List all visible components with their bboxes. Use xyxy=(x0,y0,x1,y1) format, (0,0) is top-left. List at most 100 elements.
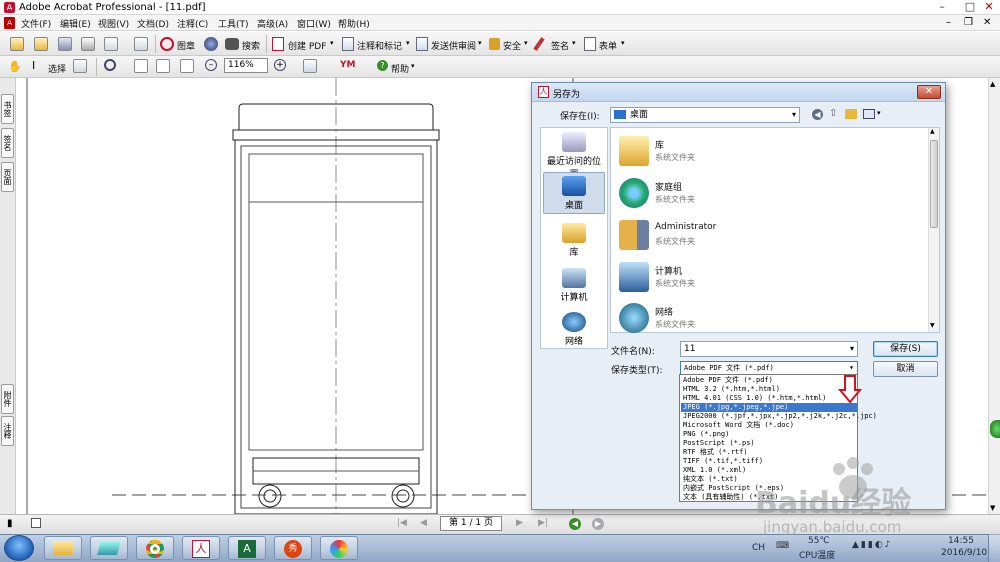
page-layout-icon[interactable] xyxy=(31,518,41,528)
menu-advanced[interactable]: 高级(A) xyxy=(257,17,288,30)
scroll-up-icon[interactable]: ▲ xyxy=(930,128,935,135)
dialog-close-button[interactable]: ✕ xyxy=(917,85,941,99)
save-icon[interactable] xyxy=(58,37,72,51)
chevron-down-icon[interactable]: ▾ xyxy=(330,39,334,47)
previous-page-button[interactable]: ◀ xyxy=(420,518,427,528)
chevron-down-icon[interactable]: ▾ xyxy=(411,62,415,70)
place-libraries[interactable]: 库 xyxy=(543,223,605,258)
open-folder-icon[interactable] xyxy=(10,37,24,51)
menu-window[interactable]: 窗口(W) xyxy=(297,17,331,30)
zoom-out-icon[interactable]: – xyxy=(205,59,217,71)
filetype-option[interactable]: JPEG2000 (*.jpf,*.jpx,*.jp2,*.j2k,*.j2c,… xyxy=(681,412,877,421)
menu-tools[interactable]: 工具(T) xyxy=(218,17,249,30)
explorer-taskbar-icon[interactable] xyxy=(44,536,82,560)
chevron-down-icon[interactable]: ▾ xyxy=(877,109,881,117)
chevron-down-icon[interactable]: ▾ xyxy=(572,39,576,47)
chevron-down-icon[interactable]: ▾ xyxy=(406,39,410,47)
first-page-button[interactable]: |◀ xyxy=(397,518,407,528)
menu-edit[interactable]: 编辑(E) xyxy=(60,17,91,30)
tab-attachments[interactable]: 附件 xyxy=(1,384,14,414)
menu-file[interactable]: 文件(F) xyxy=(21,17,51,30)
list-item[interactable]: 家庭组 系统文件夹 xyxy=(615,174,915,214)
zoom-tool-icon[interactable] xyxy=(104,59,116,71)
close-button[interactable]: ✕ xyxy=(975,0,1000,14)
hand-tool-icon[interactable]: ✋ xyxy=(8,60,22,73)
list-item[interactable]: 计算机 系统文件夹 xyxy=(615,258,915,298)
new-folder-icon[interactable] xyxy=(845,109,857,119)
snapshot-icon[interactable] xyxy=(73,59,87,73)
last-page-button[interactable]: ▶| xyxy=(538,518,548,528)
acrobat-logo-icon[interactable]: YM xyxy=(340,60,355,70)
start-button[interactable] xyxy=(4,535,34,561)
place-computer[interactable]: 计算机 xyxy=(543,268,605,303)
show-desktop-button[interactable] xyxy=(988,534,1000,562)
actual-size-icon[interactable] xyxy=(134,59,148,73)
help-button[interactable]: 帮助 xyxy=(391,62,409,75)
create-pdf-button[interactable]: 创建 PDF xyxy=(288,39,326,52)
chevron-down-icon[interactable]: ▾ xyxy=(621,39,625,47)
save-in-select[interactable]: 桌面 ▾ xyxy=(610,107,800,123)
filetype-option[interactable]: Microsoft Word 文档 (*.doc) xyxy=(681,421,857,430)
tool-handle-icon[interactable] xyxy=(990,420,1000,438)
tab-pages[interactable]: 页面 xyxy=(1,162,14,192)
globe-icon[interactable] xyxy=(204,37,218,51)
chevron-down-icon[interactable]: ▾ xyxy=(524,39,528,47)
filetype-option[interactable]: HTML 3.2 (*.htm,*.html) xyxy=(681,385,857,394)
chevron-down-icon[interactable]: ▾ xyxy=(478,39,482,47)
doc-minimize-button[interactable]: – xyxy=(946,17,951,28)
app-taskbar-icon[interactable] xyxy=(90,536,128,560)
clock-time[interactable]: 14:55 xyxy=(948,536,974,546)
menu-comments[interactable]: 注释(C) xyxy=(177,17,208,30)
attach-icon[interactable] xyxy=(134,37,148,51)
comment-markup-button[interactable]: 注释和标记 xyxy=(357,39,402,52)
tab-signatures[interactable]: 签名 xyxy=(1,128,14,158)
next-page-button[interactable]: ▶ xyxy=(516,518,523,528)
paint-taskbar-icon[interactable] xyxy=(320,536,358,560)
place-desktop[interactable]: 桌面 xyxy=(543,172,605,214)
organizer-icon[interactable] xyxy=(34,37,48,51)
forms-button[interactable]: 表单 xyxy=(599,39,617,52)
zoom-in-icon[interactable]: + xyxy=(274,59,286,71)
scroll-down-icon[interactable]: ▼ xyxy=(990,504,995,512)
doc-restore-button[interactable]: ❐ xyxy=(964,17,973,28)
stamp-button[interactable]: 图章 xyxy=(177,39,195,52)
back-icon[interactable]: ◀ xyxy=(569,518,581,530)
acrobat-pro-taskbar-icon[interactable]: A xyxy=(228,536,266,560)
minimize-button[interactable]: – xyxy=(928,0,956,14)
filetype-option[interactable]: Adobe PDF 文件 (*.pdf) xyxy=(681,376,857,385)
sign-button[interactable]: 签名 xyxy=(551,39,569,52)
place-network[interactable]: 网络 xyxy=(543,312,605,347)
scroll-down-icon[interactable]: ▼ xyxy=(930,322,935,329)
list-item[interactable]: 网络 系统文件夹 xyxy=(615,299,915,339)
back-icon[interactable]: ◀ xyxy=(812,109,823,120)
tab-comments[interactable]: 注释 xyxy=(1,416,14,446)
language-indicator[interactable]: CH xyxy=(752,543,765,553)
print-icon[interactable] xyxy=(81,37,95,51)
panel-toggle-icon[interactable]: ▮ xyxy=(7,518,13,529)
forward-icon[interactable]: ▶ xyxy=(592,518,604,530)
file-list[interactable]: 库 系统文件夹 家庭组 系统文件夹 Administrator 系统文件夹 计算… xyxy=(610,127,940,333)
filename-input[interactable]: 11 ▾ xyxy=(680,341,858,357)
menu-document[interactable]: 文档(D) xyxy=(137,17,169,30)
filetype-option[interactable]: PostScript (*.ps) xyxy=(681,439,857,448)
file-list-scrollbar[interactable]: ▲ ▼ xyxy=(928,128,939,332)
clock-date[interactable]: 2016/9/10 xyxy=(941,548,987,558)
fit-width-icon[interactable] xyxy=(180,59,194,73)
cancel-button[interactable]: 取消 xyxy=(873,361,938,377)
keyboard-icon[interactable]: ⌨ xyxy=(776,541,789,551)
filetype-option-selected[interactable]: JPEG (*.jpg,*.jpeg,*.jpe) xyxy=(681,403,857,412)
page-number-input[interactable]: 第 1 / 1 页 xyxy=(440,516,502,531)
scroll-up-icon[interactable]: ▲ xyxy=(990,80,995,88)
filetype-select[interactable]: Adobe PDF 文件 (*.pdf) ▾ xyxy=(680,361,858,375)
zoom-input[interactable]: 116% xyxy=(224,58,268,73)
scroll-thumb[interactable] xyxy=(930,140,938,228)
view-menu-icon[interactable] xyxy=(863,109,875,119)
chrome-taskbar-icon[interactable] xyxy=(136,536,174,560)
vertical-scrollbar[interactable]: ▲ ▼ xyxy=(988,78,1000,514)
send-review-button[interactable]: 发送供审阅 xyxy=(431,39,476,52)
menu-help[interactable]: 帮助(H) xyxy=(338,17,370,30)
tray-icons[interactable]: ▲▮▮◐♪ xyxy=(852,540,912,554)
list-item[interactable]: Administrator 系统文件夹 xyxy=(615,216,915,256)
app-red-taskbar-icon[interactable]: 秀 xyxy=(274,536,312,560)
filetype-option[interactable]: HTML 4.01 (CSS 1.0) (*.htm,*.html) xyxy=(681,394,857,403)
